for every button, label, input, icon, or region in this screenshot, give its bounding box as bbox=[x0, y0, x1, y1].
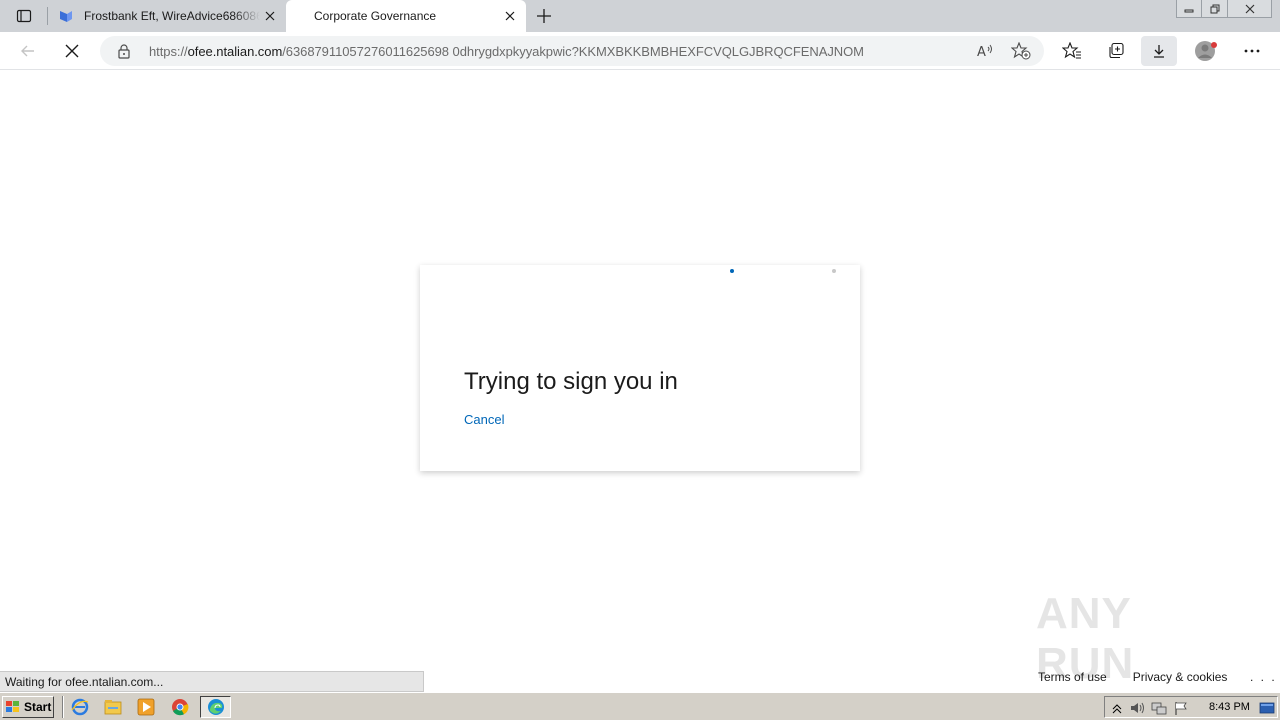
close-icon bbox=[265, 11, 275, 21]
collections-icon bbox=[1109, 42, 1124, 59]
tab-strip: Frostbank Eft, WireAdvice686086 Corporat… bbox=[0, 0, 1280, 32]
url-text[interactable]: https://ofee.ntalian.com/636879110572760… bbox=[149, 44, 864, 59]
page-footer: Terms of use Privacy & cookies bbox=[1038, 670, 1253, 684]
tab-corporate-governance[interactable]: Corporate Governance bbox=[286, 0, 526, 32]
favorites-button[interactable] bbox=[1058, 37, 1086, 65]
url-scheme: https:// bbox=[149, 44, 188, 59]
network-icon[interactable] bbox=[1151, 700, 1167, 716]
plus-icon bbox=[537, 9, 551, 23]
close-icon bbox=[505, 11, 515, 21]
read-aloud-button[interactable]: A bbox=[974, 39, 998, 63]
page-favicon-icon bbox=[60, 11, 72, 22]
new-tab-button[interactable] bbox=[532, 4, 556, 28]
footer-more-button[interactable]: . . . bbox=[1250, 670, 1277, 684]
internet-explorer-icon[interactable] bbox=[71, 698, 89, 716]
back-button[interactable] bbox=[14, 37, 42, 65]
taskbar-edge-button[interactable] bbox=[200, 696, 231, 718]
cancel-link[interactable]: Cancel bbox=[464, 412, 504, 427]
taskbar-separator bbox=[62, 696, 64, 718]
system-tray: 8:43 PM bbox=[1104, 696, 1278, 718]
close-tab-button[interactable] bbox=[260, 6, 280, 26]
url-path: /63687911057276011625698 0dhrygdxpkyyakp… bbox=[282, 44, 864, 59]
tab-title: Corporate Governance bbox=[314, 9, 437, 23]
terms-of-use-link[interactable]: Terms of use bbox=[1038, 670, 1107, 684]
address-bar[interactable]: https://ofee.ntalian.com/636879110572760… bbox=[100, 36, 1044, 66]
start-button[interactable]: Start bbox=[2, 696, 54, 718]
progress-dot bbox=[730, 269, 734, 273]
taskbar: Start 8:43 PM bbox=[0, 692, 1280, 720]
restore-icon bbox=[1210, 4, 1219, 13]
download-icon bbox=[1154, 45, 1164, 58]
volume-icon[interactable] bbox=[1129, 700, 1145, 716]
progress-dot bbox=[832, 269, 836, 273]
avatar-icon bbox=[1195, 41, 1217, 61]
privacy-cookies-link[interactable]: Privacy & cookies bbox=[1133, 670, 1228, 684]
stop-loading-button[interactable] bbox=[58, 37, 86, 65]
url-host: ofee.ntalian.com bbox=[187, 44, 283, 59]
minimize-button[interactable] bbox=[1176, 0, 1202, 18]
more-icon bbox=[1244, 49, 1260, 53]
tab-actions-icon bbox=[16, 9, 32, 23]
signin-card: Trying to sign you in Cancel bbox=[420, 265, 860, 471]
close-window-button[interactable] bbox=[1228, 0, 1272, 18]
signin-title: Trying to sign you in bbox=[464, 368, 678, 395]
chrome-icon[interactable] bbox=[171, 698, 189, 716]
start-label: Start bbox=[24, 700, 52, 714]
chevron-up-icon[interactable] bbox=[1109, 700, 1125, 716]
status-bubble: Waiting for ofee.ntalian.com... bbox=[0, 671, 424, 692]
tab-title: Frostbank Eft, WireAdvice686086 bbox=[84, 9, 260, 23]
arrow-left-icon bbox=[21, 45, 34, 57]
file-explorer-icon[interactable] bbox=[104, 698, 122, 716]
profile-button[interactable] bbox=[1192, 37, 1220, 65]
add-favorite-button[interactable] bbox=[1009, 39, 1033, 63]
taskbar-clock[interactable]: 8:43 PM bbox=[1209, 701, 1250, 713]
close-icon bbox=[1245, 4, 1254, 13]
tab-separator bbox=[47, 7, 48, 25]
svg-text:A: A bbox=[977, 45, 986, 59]
read-aloud-icon: A bbox=[977, 44, 992, 59]
close-icon bbox=[65, 44, 79, 58]
collections-button[interactable] bbox=[1102, 37, 1130, 65]
close-tab-button[interactable] bbox=[500, 6, 520, 26]
tab-frostbank[interactable]: Frostbank Eft, WireAdvice686086 bbox=[50, 0, 286, 32]
browser-toolbar: https://ofee.ntalian.com/636879110572760… bbox=[0, 32, 1280, 70]
downloads-button[interactable] bbox=[1141, 36, 1177, 66]
screen: Frostbank Eft, WireAdvice686086 Corporat… bbox=[0, 0, 1280, 720]
minimize-icon bbox=[1184, 9, 1194, 12]
restore-button[interactable] bbox=[1202, 0, 1228, 18]
star-plus-icon bbox=[1011, 42, 1031, 60]
edge-icon bbox=[207, 699, 224, 715]
anyrun-watermark: ANY RUN bbox=[1036, 589, 1236, 688]
lock-icon[interactable] bbox=[116, 43, 132, 59]
media-player-icon[interactable] bbox=[137, 698, 155, 716]
favorites-icon bbox=[1062, 42, 1081, 59]
show-desktop-icon[interactable] bbox=[1259, 700, 1275, 716]
settings-more-button[interactable] bbox=[1238, 37, 1266, 65]
windows-logo-icon bbox=[6, 701, 19, 712]
action-center-flag-icon[interactable] bbox=[1173, 700, 1189, 716]
window-controls bbox=[1176, 0, 1272, 18]
tab-actions-button[interactable] bbox=[10, 5, 38, 27]
